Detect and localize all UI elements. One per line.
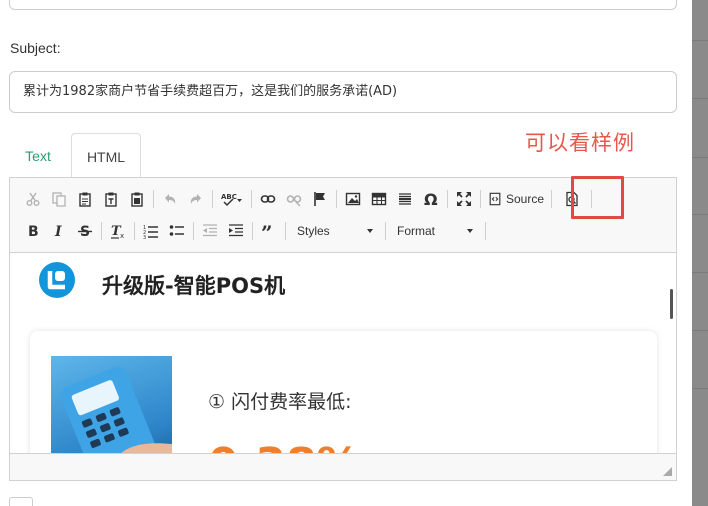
toolbar-separator — [485, 222, 486, 240]
format-dropdown[interactable]: Format — [389, 220, 479, 242]
styles-dropdown[interactable]: Styles — [289, 220, 379, 242]
tab-html[interactable]: HTML — [71, 133, 141, 178]
bold-icon[interactable]: B — [20, 219, 46, 243]
paste-icon[interactable] — [72, 187, 98, 211]
unlink-icon[interactable] — [281, 187, 307, 211]
feature-text: ① 闪付费率最低: — [208, 391, 352, 413]
maximize-icon[interactable] — [451, 187, 477, 211]
content-headline: 升级版-智能POS机 — [102, 274, 286, 298]
toolbar-row-2: B I S Tx 123 ” Styles Format — [20, 219, 489, 243]
toolbar-separator — [153, 190, 154, 208]
toolbar-separator — [336, 190, 337, 208]
toolbar-separator — [212, 190, 213, 208]
numbered-list-icon[interactable]: 123 — [138, 219, 164, 243]
format-label: Format — [397, 224, 436, 238]
toolbar-separator — [252, 222, 253, 240]
paste-word-icon[interactable] — [124, 187, 150, 211]
strikethrough-icon[interactable]: S — [72, 219, 98, 243]
undo-icon[interactable] — [157, 187, 183, 211]
tab-text[interactable]: Text — [9, 133, 67, 178]
chevron-down-icon — [467, 229, 473, 233]
source-button[interactable]: Source — [484, 187, 548, 211]
outdent-icon[interactable] — [197, 219, 223, 243]
product-card: ① 闪付费率最低: 0.38% — [30, 331, 657, 453]
blockquote-icon[interactable]: ” — [256, 219, 282, 243]
svg-text:x: x — [120, 232, 124, 239]
pos-machine-image — [51, 356, 172, 453]
cut-icon[interactable] — [20, 187, 46, 211]
remove-format-icon[interactable]: Tx — [105, 219, 131, 243]
svg-text:Ω: Ω — [424, 191, 438, 207]
svg-text:ABC: ABC — [221, 193, 237, 201]
bottom-checkbox[interactable] — [9, 497, 33, 506]
brand-logo — [39, 262, 75, 298]
rich-text-editor: ABC Ω Source B I S Tx 1 2 3 ” Styles For… — [9, 177, 677, 481]
editor-status-bar — [10, 453, 676, 480]
source-icon — [489, 192, 501, 206]
toolbar-separator — [385, 222, 386, 240]
subject-input[interactable]: 累计为1982家商户节省手续费超百万，这是我们的服务承诺(AD) — [9, 71, 677, 113]
paste-text-icon[interactable] — [98, 187, 124, 211]
editor-content[interactable]: 升级版-智能POS机 ① 闪付费率最低: 0.38% — [10, 253, 676, 453]
toolbar-separator — [551, 190, 553, 208]
resize-handle[interactable] — [663, 467, 672, 476]
table-icon[interactable] — [366, 187, 392, 211]
preview-highlight-box — [571, 176, 624, 219]
source-label: Source — [506, 192, 545, 206]
toolbar-separator — [447, 190, 448, 208]
link-icon[interactable] — [255, 187, 281, 211]
image-icon[interactable] — [340, 187, 366, 211]
anchor-flag-icon[interactable] — [307, 187, 333, 211]
italic-icon[interactable]: I — [46, 219, 72, 243]
content-scrollbar[interactable] — [670, 289, 673, 319]
rate-value: 0.38% — [208, 439, 361, 453]
previous-field[interactable] — [9, 0, 677, 10]
redo-icon[interactable] — [183, 187, 209, 211]
styles-label: Styles — [297, 224, 330, 238]
overlay-sidebar-lines — [692, 0, 708, 506]
indent-icon[interactable] — [223, 219, 249, 243]
copy-icon[interactable] — [46, 187, 72, 211]
toolbar-separator — [193, 222, 194, 240]
toolbar-row-1: ABC Ω Source — [20, 187, 595, 211]
toolbar-separator — [101, 222, 102, 240]
subject-label: Subject: — [10, 40, 61, 56]
annotation-note: 可以看样例 — [525, 131, 635, 155]
toolbar-separator — [480, 190, 481, 208]
toolbar-separator — [251, 190, 252, 208]
toolbar-separator — [285, 222, 286, 240]
svg-text:”: ” — [261, 223, 273, 239]
horizontal-line-icon[interactable] — [392, 187, 418, 211]
bulleted-list-icon[interactable] — [164, 219, 190, 243]
svg-text:3: 3 — [143, 235, 146, 239]
chevron-down-icon — [367, 229, 373, 233]
toolbar-separator — [134, 222, 135, 240]
svg-text:I: I — [54, 224, 62, 239]
svg-text:B: B — [28, 224, 39, 239]
spellcheck-icon[interactable]: ABC — [216, 187, 248, 211]
special-char-omega-icon[interactable]: Ω — [418, 187, 444, 211]
